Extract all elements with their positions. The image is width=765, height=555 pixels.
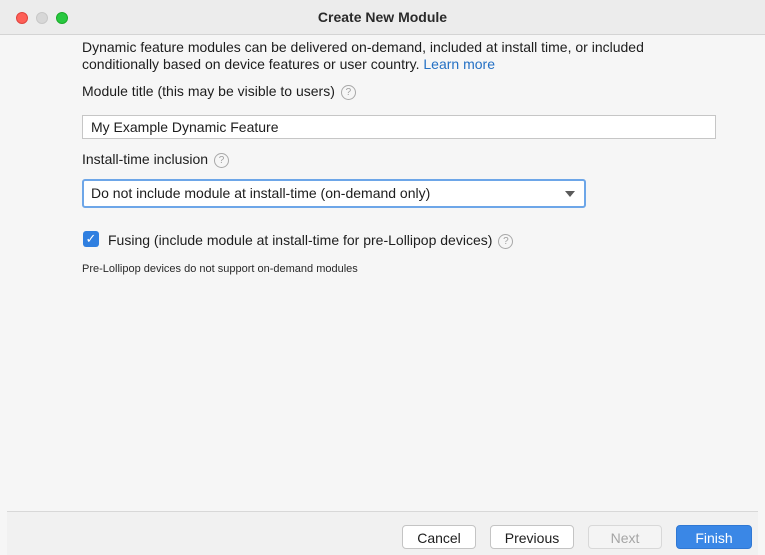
install-time-selected-value: Do not include module at install-time (o… — [91, 185, 431, 201]
finish-button[interactable]: Finish — [676, 525, 752, 549]
fusing-note: Pre-Lollipop devices do not support on-d… — [82, 263, 358, 275]
intro-text: Dynamic feature modules can be delivered… — [82, 39, 644, 72]
module-title-help-icon[interactable]: ? — [340, 85, 356, 100]
dialog-button-bar: Cancel Previous Next Finish — [7, 511, 758, 555]
cancel-button[interactable]: Cancel — [402, 525, 476, 549]
dialog-content: Dynamic feature modules can be delivered… — [7, 35, 758, 511]
next-button[interactable]: Next — [588, 525, 662, 549]
fusing-help-icon[interactable]: ? — [498, 234, 514, 249]
module-title-label: Module title (this may be visible to use… — [82, 83, 335, 99]
install-time-label: Install-time inclusion — [82, 151, 209, 167]
create-new-module-dialog: Create New Module Dynamic feature module… — [0, 0, 765, 555]
fusing-label-row: Fusing (include module at install-time f… — [108, 232, 514, 249]
checkmark-icon: ✓ — [85, 231, 97, 246]
previous-button[interactable]: Previous — [490, 525, 574, 549]
install-time-select[interactable]: Do not include module at install-time (o… — [82, 179, 586, 208]
chevron-down-icon — [565, 191, 575, 197]
install-time-label-row: Install-time inclusion? — [82, 151, 230, 168]
module-title-input[interactable] — [82, 115, 716, 139]
title-bar: Create New Module — [0, 0, 765, 35]
fusing-checkbox[interactable]: ✓ — [83, 231, 99, 247]
learn-more-link[interactable]: Learn more — [423, 56, 495, 72]
fusing-label[interactable]: Fusing (include module at install-time f… — [108, 232, 492, 248]
window-title: Create New Module — [317, 9, 448, 25]
intro-description: Dynamic feature modules can be delivered… — [82, 39, 722, 73]
install-time-help-icon[interactable]: ? — [214, 153, 230, 168]
module-title-label-row: Module title (this may be visible to use… — [82, 83, 356, 100]
